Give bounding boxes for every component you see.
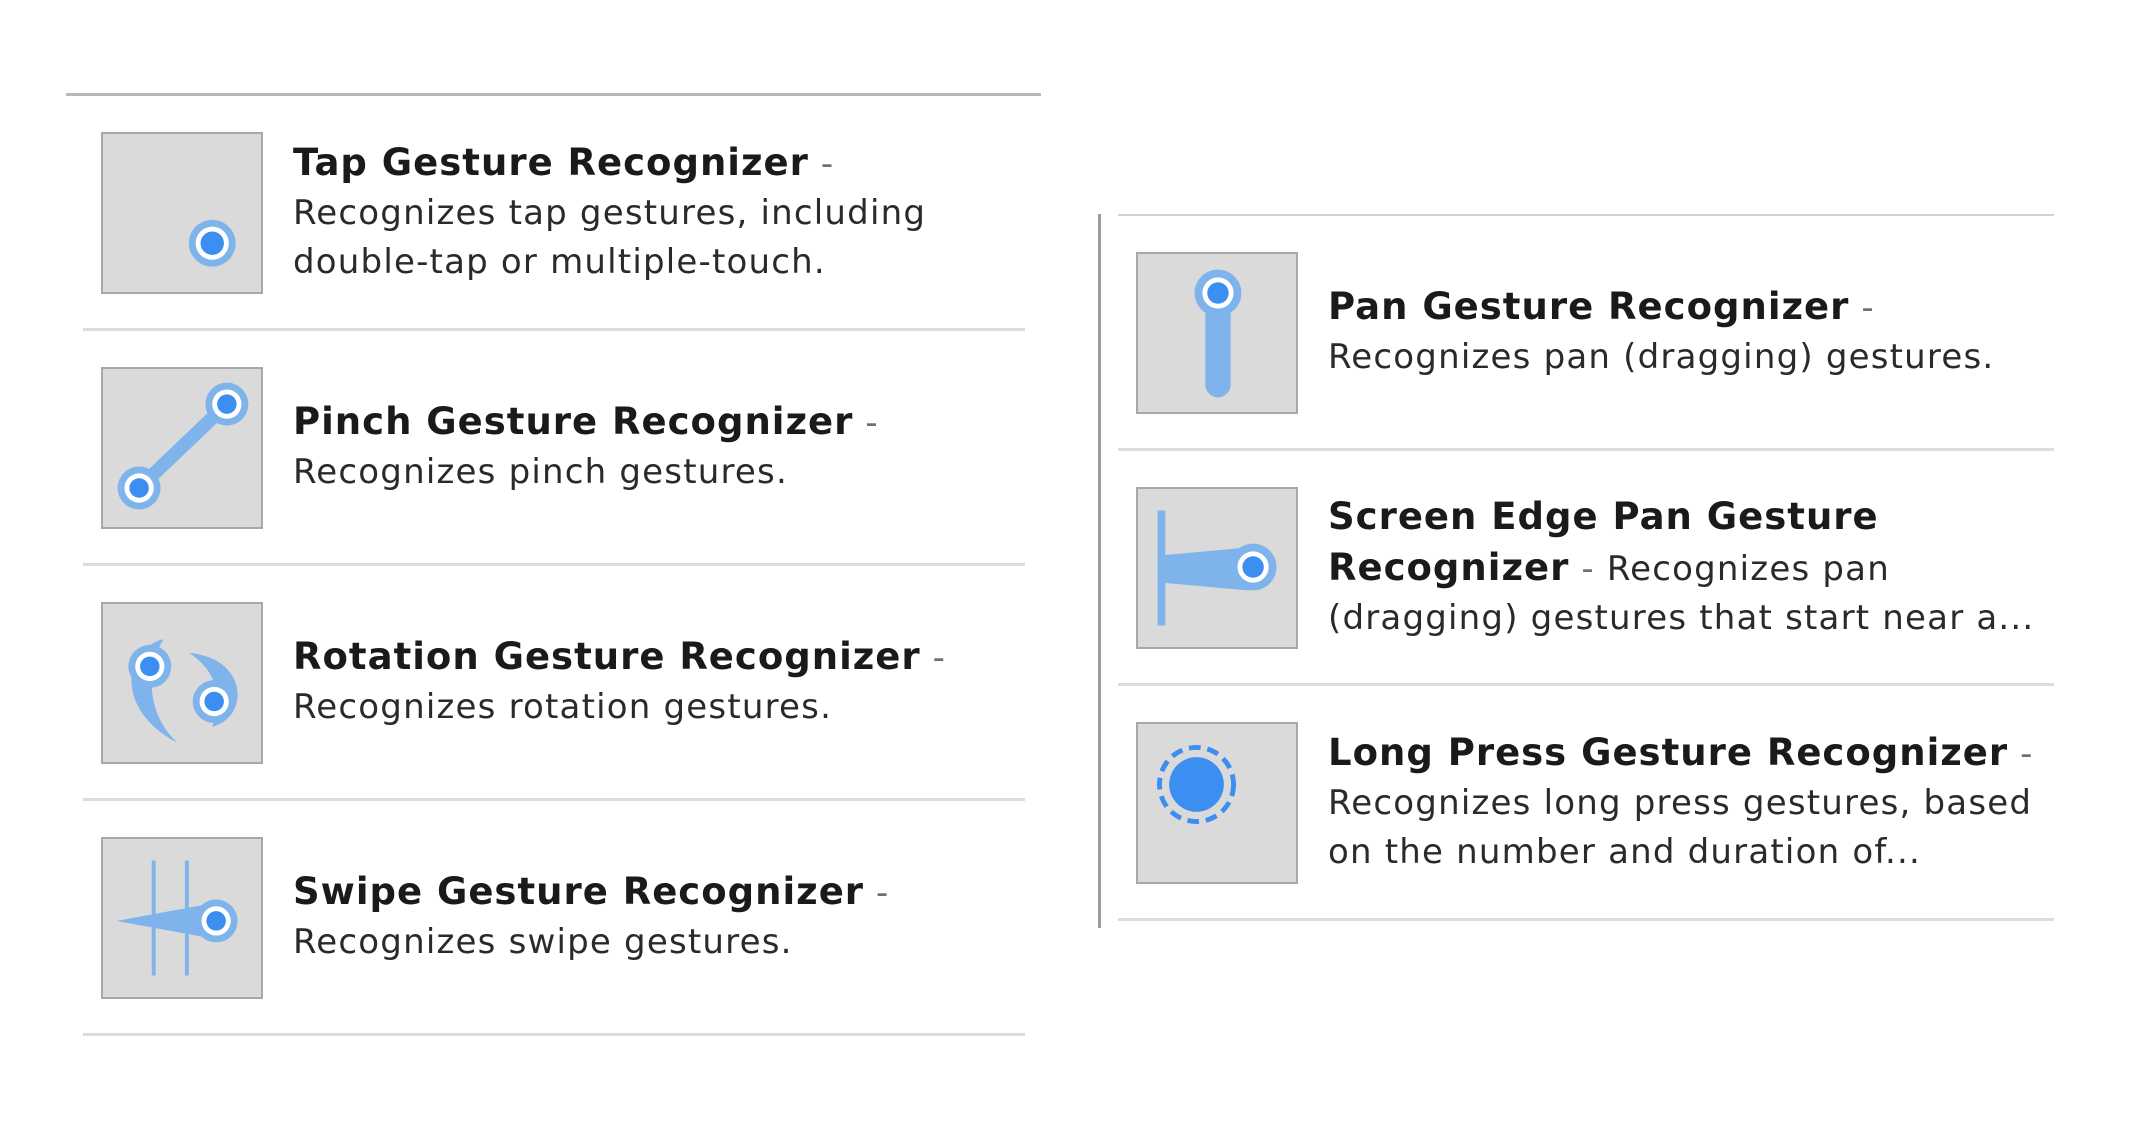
- item-title: Tap Gesture Recognizer: [293, 140, 809, 184]
- pinch-gesture-icon: [101, 367, 263, 529]
- item-description: Recognizes pan (dragging) gestures.: [1328, 337, 1995, 377]
- item-description: Recognizes pinch gestures.: [293, 452, 788, 492]
- item-title: Swipe Gesture Recognizer: [293, 870, 865, 913]
- library-item-long-press-gesture-recognizer[interactable]: Long Press Gesture Recognizer - Recogniz…: [1118, 686, 2054, 921]
- screen-edge-pan-gesture-icon: [1136, 487, 1298, 649]
- item-description: Recognizes tap gestures, including doubl…: [293, 192, 927, 282]
- item-title: Pinch Gesture Recognizer: [293, 400, 854, 443]
- library-item-pinch-gesture-recognizer[interactable]: Pinch Gesture Recognizer - Recognizes pi…: [83, 331, 1025, 566]
- gesture-library-left-column: Tap Gesture Recognizer - Recognizes tap …: [66, 93, 1041, 1036]
- item-separator: -: [808, 143, 835, 184]
- rotation-gesture-icon: [101, 602, 263, 764]
- item-description: Recognizes long press gestures, based on…: [1328, 782, 2033, 872]
- item-description: Recognizes swipe gestures.: [293, 922, 793, 962]
- long-press-gesture-icon: [1136, 722, 1298, 884]
- item-title: Rotation Gesture Recognizer: [293, 635, 921, 678]
- library-item-screen-edge-pan-gesture-recognizer[interactable]: Screen Edge Pan Gesture Recognizer - Rec…: [1118, 451, 2054, 686]
- library-item-tap-gesture-recognizer[interactable]: Tap Gesture Recognizer - Recognizes tap …: [83, 96, 1025, 331]
- item-title: Long Press Gesture Recognizer: [1328, 730, 2009, 774]
- item-separator: -: [864, 873, 890, 913]
- item-separator: -: [2008, 733, 2034, 774]
- item-separator: -: [920, 638, 947, 678]
- item-separator: -: [1849, 288, 1875, 328]
- column-divider: [1098, 214, 1101, 928]
- gesture-library-right-column: Pan Gesture Recognizer - Recognizes pan …: [1118, 214, 2054, 921]
- pan-gesture-icon: [1136, 252, 1298, 414]
- swipe-gesture-icon: [101, 837, 263, 999]
- item-separator: -: [1569, 548, 1607, 589]
- tap-gesture-icon: [101, 132, 263, 294]
- item-title: Pan Gesture Recognizer: [1328, 285, 1850, 328]
- library-item-rotation-gesture-recognizer[interactable]: Rotation Gesture Recognizer - Recognizes…: [83, 566, 1025, 801]
- item-separator: -: [853, 403, 879, 443]
- library-item-swipe-gesture-recognizer[interactable]: Swipe Gesture Recognizer - Recognizes sw…: [83, 801, 1025, 1036]
- library-item-pan-gesture-recognizer[interactable]: Pan Gesture Recognizer - Recognizes pan …: [1118, 216, 2054, 451]
- item-description: Recognizes rotation gestures.: [293, 687, 833, 727]
